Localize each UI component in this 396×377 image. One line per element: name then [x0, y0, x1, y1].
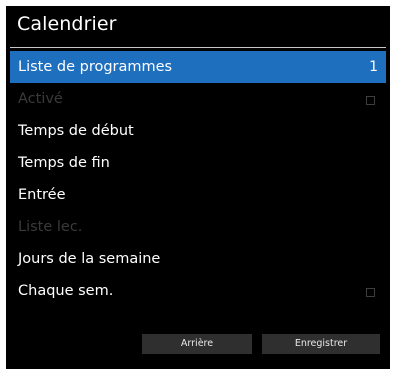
back-button[interactable]: Arrière: [142, 334, 252, 354]
menu-item-label: Liste lec.: [18, 219, 83, 235]
schedule-list-value: 1: [369, 59, 378, 75]
menu-item-label: Liste de programmes: [18, 59, 173, 75]
save-button[interactable]: Enregistrer: [262, 334, 380, 354]
dialog-footer: Arrière Enregistrer: [6, 334, 390, 354]
menu-item-schedule-list[interactable]: Liste de programmes 1: [10, 51, 386, 83]
menu-item-label: Chaque sem.: [18, 283, 114, 299]
menu-item-label: Entrée: [18, 187, 66, 203]
enabled-checkbox: [366, 96, 375, 105]
menu-item-enabled: Activé: [10, 83, 386, 115]
menu-item-input[interactable]: Entrée: [10, 179, 386, 211]
menu-item-start-time[interactable]: Temps de début: [10, 115, 386, 147]
dialog-title: Calendrier: [17, 13, 117, 35]
menu-item-label: Temps de début: [18, 123, 134, 139]
menu-item-days-of-week[interactable]: Jours de la semaine: [10, 243, 386, 275]
every-week-checkbox[interactable]: [366, 288, 375, 297]
menu-item-playlist: Liste lec.: [10, 211, 386, 243]
menu-item-label: Jours de la semaine: [18, 251, 161, 267]
menu-item-every-week[interactable]: Chaque sem.: [10, 275, 386, 307]
schedule-dialog: Calendrier Liste de programmes 1 Activé …: [6, 6, 390, 369]
menu-item-label: Temps de fin: [18, 155, 110, 171]
menu-item-label: Activé: [18, 91, 63, 107]
title-divider: [10, 47, 386, 48]
schedule-menu: Liste de programmes 1 Activé Temps de dé…: [10, 51, 386, 307]
menu-item-end-time[interactable]: Temps de fin: [10, 147, 386, 179]
